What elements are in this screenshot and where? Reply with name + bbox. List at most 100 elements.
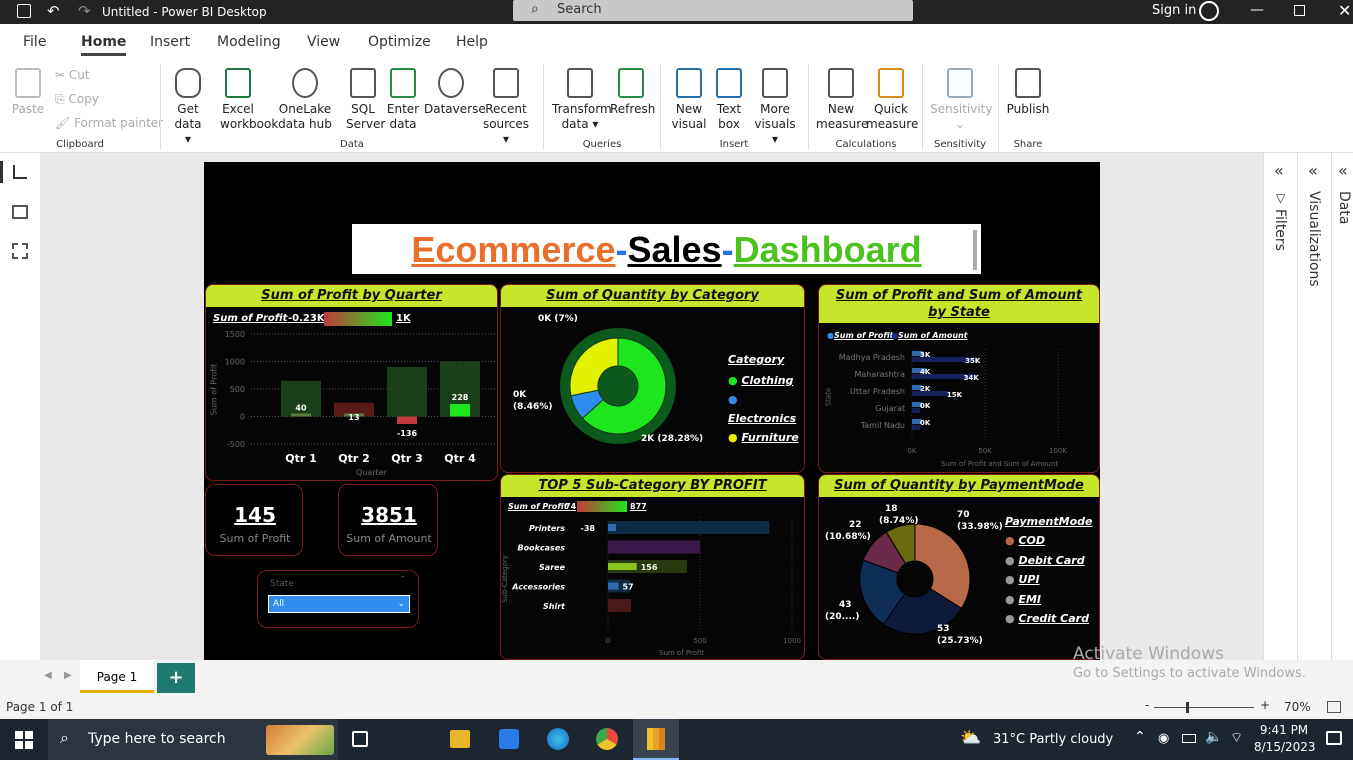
report-view-icon[interactable] bbox=[13, 165, 27, 179]
menu-home[interactable]: Home bbox=[81, 34, 127, 56]
state-dropdown[interactable]: All ⌄ bbox=[268, 595, 410, 613]
legend-item-emi[interactable]: ● EMI bbox=[1005, 590, 1089, 610]
clock-date[interactable]: 8/15/2023 bbox=[1254, 740, 1316, 754]
quick-measure-button[interactable]: Quick measure bbox=[866, 68, 918, 132]
publish-button[interactable]: Publish bbox=[1006, 68, 1050, 117]
filters-pane[interactable]: « ▽ Filters bbox=[1263, 153, 1297, 660]
avatar-icon[interactable] bbox=[1199, 1, 1219, 21]
legend-item-upi[interactable]: ● UPI bbox=[1005, 570, 1089, 590]
zoom-slider[interactable] bbox=[1154, 702, 1254, 713]
refresh-button[interactable]: Refresh bbox=[610, 68, 655, 117]
top5-subcategory-visual[interactable]: TOP 5 Sub-Category BY PROFIT Sum of Prof… bbox=[500, 474, 805, 660]
enter-data-button[interactable]: Enter data bbox=[386, 68, 420, 132]
taskbar-search[interactable]: ⌕ Type here to search bbox=[48, 719, 338, 760]
file-explorer-icon[interactable] bbox=[450, 730, 470, 748]
data-label: 228 bbox=[452, 393, 469, 402]
amount-card[interactable]: 3851 Sum of Amount bbox=[338, 484, 438, 556]
menu-view[interactable]: View bbox=[307, 34, 340, 50]
add-page-button[interactable]: + bbox=[157, 663, 195, 693]
table-view-icon[interactable] bbox=[12, 205, 28, 219]
paste-button[interactable]: Paste bbox=[10, 68, 46, 117]
visualizations-pane[interactable]: « Visualizations bbox=[1297, 153, 1331, 660]
chevron-up-icon[interactable]: ⌃ bbox=[399, 575, 407, 585]
legend-item-credit-card[interactable]: ● Credit Card bbox=[1005, 609, 1089, 629]
recent-sources-button[interactable]: Recent sources ▾ bbox=[480, 68, 532, 147]
collapse-icon[interactable]: « bbox=[1308, 161, 1318, 180]
data-pane[interactable]: « Data bbox=[1331, 153, 1353, 660]
legend-item-furniture[interactable]: ● Furniture bbox=[728, 428, 804, 447]
zoom-in-icon[interactable]: + bbox=[1260, 698, 1270, 712]
fit-page-icon[interactable] bbox=[1327, 701, 1341, 713]
sensitivity-button[interactable]: Sensitivity ⌄ bbox=[930, 68, 992, 132]
format-painter-button[interactable]: 🖌 Format painter bbox=[55, 116, 163, 131]
subcategory-bar-chart: 0 500 1000 Printers -38 Bookcases Saree 156 Acce… bbox=[511, 517, 801, 645]
clock-time[interactable]: 9:41 PM bbox=[1258, 723, 1310, 737]
legend-item-electronics[interactable]: ● Electronics bbox=[728, 390, 804, 428]
save-icon[interactable] bbox=[17, 4, 31, 18]
more-visuals-button[interactable]: More visuals ▾ bbox=[750, 68, 800, 147]
menu-help[interactable]: Help bbox=[456, 34, 488, 50]
menu-modeling[interactable]: Modeling bbox=[217, 34, 281, 50]
profit-by-quarter-visual[interactable]: Sum of Profit by Quarter Sum of Profit -… bbox=[205, 284, 498, 481]
chrome-icon[interactable] bbox=[596, 728, 618, 750]
legend-amount: ●Sum of Amount bbox=[891, 331, 968, 340]
gradient-legend-label: Sum of Profit bbox=[508, 502, 568, 511]
quantity-by-paymentmode-visual[interactable]: Sum of Quantity by PaymentMode 70 (33.98%… bbox=[818, 474, 1100, 660]
collapse-icon[interactable]: « bbox=[1338, 161, 1348, 180]
profit-card[interactable]: 145 Sum of Profit bbox=[205, 484, 303, 556]
transform-data-button[interactable]: Transform data ▾ bbox=[552, 68, 612, 132]
dashboard-title: Ecommerce-Sales-Dashboard bbox=[352, 224, 981, 274]
redo-icon[interactable]: ↷ bbox=[78, 2, 91, 20]
textbox-icon bbox=[716, 68, 742, 98]
legend-item-clothing[interactable]: ● Clothing bbox=[728, 371, 804, 390]
collapse-icon[interactable]: « bbox=[1274, 161, 1284, 180]
close-icon[interactable]: ✕ bbox=[1338, 1, 1351, 20]
sql-server-button[interactable]: SQL Server bbox=[346, 68, 385, 132]
undo-icon[interactable]: ↶ bbox=[47, 2, 60, 20]
powerbi-taskbar-button[interactable] bbox=[633, 719, 679, 760]
store-icon[interactable] bbox=[499, 729, 519, 749]
legend-item-debit-card[interactable]: ● Debit Card bbox=[1005, 551, 1089, 571]
edge-icon[interactable] bbox=[547, 728, 569, 750]
tab-page-1[interactable]: Page 1 bbox=[80, 660, 154, 693]
menu-optimize[interactable]: Optimize bbox=[368, 34, 431, 50]
new-visual-button[interactable]: New visual bbox=[670, 68, 708, 132]
onelake-button[interactable]: OneLake data hub bbox=[266, 68, 344, 132]
windows-start-icon[interactable] bbox=[15, 731, 33, 749]
chevron-up-icon[interactable]: ⌃ bbox=[1134, 729, 1146, 745]
cut-button[interactable]: ✂ Cut bbox=[55, 68, 90, 83]
prev-page-icon[interactable]: ◀ bbox=[44, 670, 52, 681]
zoom-out-icon[interactable]: - bbox=[1145, 698, 1149, 712]
dataverse-button[interactable]: Dataverse bbox=[424, 68, 486, 117]
excel-workbook-button[interactable]: Excel workbook bbox=[220, 68, 278, 132]
maximize-icon[interactable] bbox=[1294, 5, 1305, 16]
notification-icon[interactable] bbox=[1326, 731, 1342, 745]
quantity-by-category-visual[interactable]: Sum of Quantity by Category 0K (7%) 0K (8.… bbox=[500, 284, 805, 473]
minimize-icon[interactable]: — bbox=[1250, 2, 1264, 18]
profit-amount-by-state-visual[interactable]: Sum of Profit and Sum of Amount by State… bbox=[818, 284, 1100, 473]
data-label: (8.46%) bbox=[513, 402, 552, 412]
menu-file[interactable]: File bbox=[23, 34, 46, 50]
model-view-icon[interactable] bbox=[12, 243, 28, 259]
gradient-max: 1K bbox=[396, 313, 411, 324]
copy-button[interactable]: ⎘ Copy bbox=[55, 92, 99, 107]
dataverse-icon bbox=[438, 68, 464, 98]
x-axis-title: Quarter bbox=[356, 468, 387, 477]
search-box[interactable]: ⌕ Search bbox=[513, 0, 913, 21]
legend-title: Category bbox=[728, 353, 785, 366]
weather-text[interactable]: 31°C Partly cloudy bbox=[993, 732, 1113, 747]
bar bbox=[608, 524, 616, 531]
battery-icon[interactable] bbox=[1182, 734, 1196, 743]
menu-insert[interactable]: Insert bbox=[150, 34, 190, 50]
legend-item-cod[interactable]: ● COD bbox=[1005, 531, 1089, 551]
speaker-icon[interactable]: 🔈 bbox=[1205, 729, 1222, 745]
sign-in-link[interactable]: Sign in bbox=[1152, 3, 1196, 18]
wifi-icon[interactable]: ⌔ bbox=[1230, 729, 1243, 747]
next-page-icon[interactable]: ▶ bbox=[64, 670, 72, 681]
text-box-button[interactable]: Text box bbox=[712, 68, 746, 132]
state-slicer[interactable]: State ⌃ All ⌄ bbox=[257, 570, 419, 628]
new-measure-button[interactable]: New measure bbox=[816, 68, 868, 132]
meet-icon[interactable]: ◉ bbox=[1158, 731, 1169, 746]
task-view-icon[interactable] bbox=[352, 731, 368, 747]
get-data-button[interactable]: Get data ▾ bbox=[170, 68, 206, 147]
